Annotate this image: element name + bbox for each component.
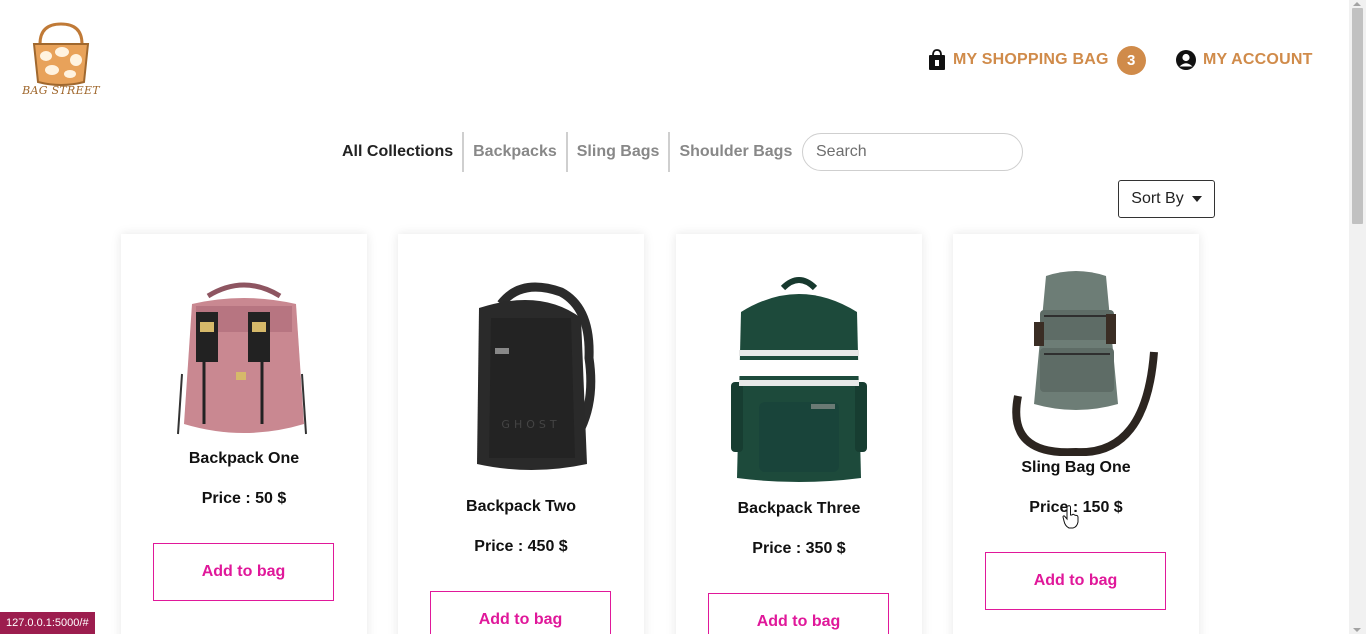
brand-logo[interactable]: BAG STREET [20, 22, 102, 100]
scroll-down-arrow-icon[interactable] [1353, 628, 1361, 632]
product-price: Price : 50 $ [201, 490, 287, 507]
product-card: GHOST Backpack Two Price : 450 $ Add to … [398, 234, 644, 634]
bag-logo-icon [32, 22, 90, 86]
product-card: Sling Bag One Price : 150 $ Add to bag [953, 234, 1199, 634]
scroll-up-arrow-icon[interactable] [1353, 2, 1361, 6]
caret-down-icon [1191, 196, 1202, 202]
product-image-sling-bag-gray [1012, 271, 1158, 456]
product-card: Backpack One Price : 50 $ Add to bag [121, 234, 367, 634]
svg-text:GHOST: GHOST [501, 418, 560, 431]
product-card: Backpack Three Price : 350 $ Add to bag [676, 234, 922, 634]
search-input[interactable] [802, 133, 1023, 171]
product-image-backpack-black: GHOST [477, 282, 596, 470]
product-price: Price : 350 $ [752, 540, 846, 557]
add-to-bag-button[interactable]: Add to bag [985, 552, 1166, 610]
add-to-bag-button[interactable]: Add to bag [708, 593, 889, 634]
page: BAG STREET MY SHOPPING BAG 3 MY ACCOUNT … [0, 0, 1366, 634]
vertical-scrollbar[interactable] [1349, 0, 1366, 634]
my-account-label: MY ACCOUNT [1203, 51, 1313, 68]
category-nav: All Collections Backpacks Sling Bags Sho… [336, 132, 801, 172]
shopping-bag-icon [929, 49, 945, 70]
hand-pointer-icon [1062, 505, 1079, 529]
product-image-backpack-green [731, 277, 867, 482]
product-price: Price : 450 $ [474, 538, 568, 555]
shopping-bag-label: MY SHOPPING BAG [953, 51, 1109, 68]
my-account-link[interactable]: MY ACCOUNT [1175, 46, 1313, 74]
shopping-bag-link[interactable]: MY SHOPPING BAG 3 [927, 45, 1146, 75]
category-backpacks[interactable]: Backpacks [464, 132, 566, 172]
category-shoulder-bags[interactable]: Shoulder Bags [670, 132, 801, 172]
scrollbar-thumb[interactable] [1352, 8, 1363, 224]
product-title: Sling Bag One [1021, 459, 1131, 476]
category-sling-bags[interactable]: Sling Bags [568, 132, 669, 172]
product-image-backpack-pink [177, 282, 307, 435]
add-to-bag-button[interactable]: Add to bag [430, 591, 611, 634]
status-bar-url: 127.0.0.1:5000/# [0, 612, 95, 634]
product-title: Backpack One [188, 450, 300, 467]
logo-text: BAG STREET [22, 84, 100, 97]
product-title: Backpack Two [466, 498, 576, 515]
bag-count-badge: 3 [1116, 45, 1146, 75]
product-title: Backpack Three [737, 500, 861, 517]
sort-by-dropdown[interactable]: Sort By [1118, 180, 1215, 218]
user-circle-icon [1176, 50, 1196, 70]
sort-by-label: Sort By [1131, 190, 1184, 207]
category-all-collections[interactable]: All Collections [336, 132, 462, 172]
add-to-bag-button[interactable]: Add to bag [153, 543, 334, 601]
